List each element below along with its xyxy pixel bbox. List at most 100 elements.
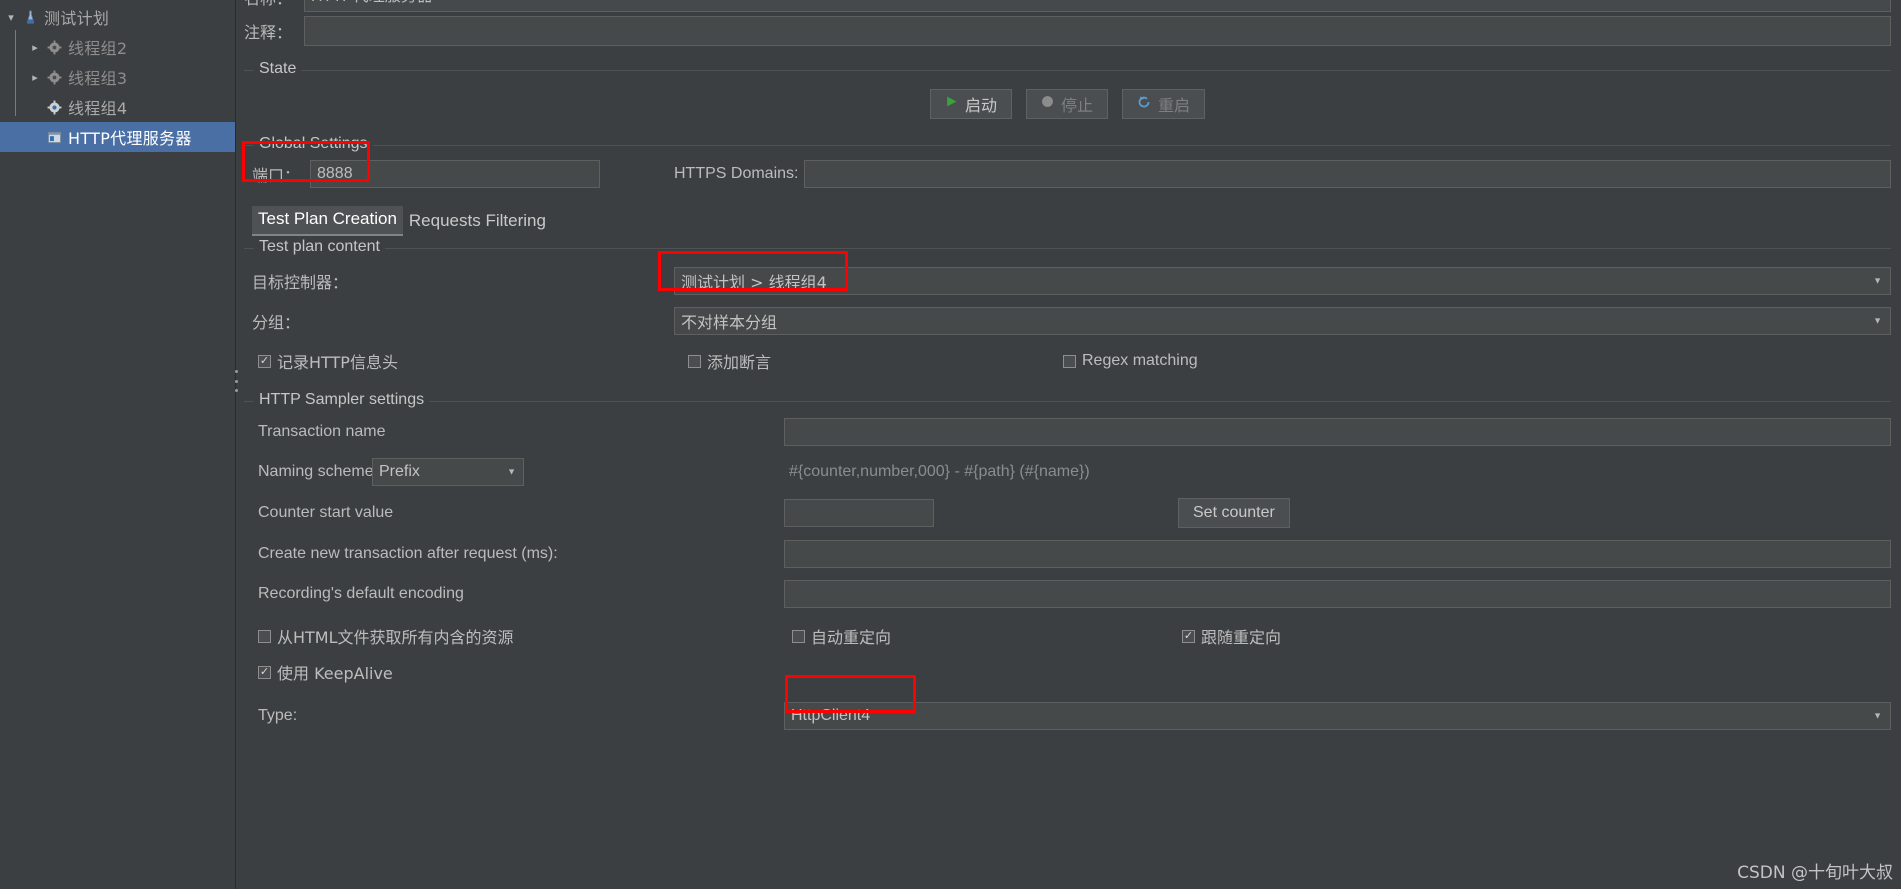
sidebar-item-test-plan[interactable]: ▾ 测试计划: [0, 2, 235, 32]
sidebar-item-label: 测试计划: [44, 9, 110, 28]
checkbox-auto-redirect[interactable]: 自动重定向: [792, 624, 1182, 648]
checkbox-regex-matching[interactable]: Regex matching: [1063, 352, 1198, 370]
recording-encoding-label: Recording's default encoding: [258, 585, 464, 602]
chevron-right-icon[interactable]: ▸: [28, 71, 42, 84]
start-button[interactable]: 启动: [929, 89, 1012, 119]
target-controller-value: 测试计划 > 线程组4: [681, 273, 827, 292]
test-plan-content-group: Test plan content 目标控制器： 测试计划 > 线程组4 ▼ 分…: [244, 238, 1891, 373]
checkbox-label: 跟随重定向: [1201, 628, 1282, 647]
set-counter-button[interactable]: Set counter: [1178, 498, 1290, 528]
restart-button[interactable]: 重启: [1122, 89, 1206, 119]
create-new-transaction-label: Create new transaction after request (ms…: [258, 545, 558, 562]
naming-scheme-label: Naming scheme: [258, 463, 374, 480]
name-row: 名称： HTTP代理服务器: [244, 0, 1891, 12]
test-plan-icon: [20, 10, 40, 25]
thread-group-icon: [44, 70, 64, 85]
global-settings-title: Global Settings: [254, 135, 373, 153]
target-controller-dropdown[interactable]: 测试计划 > 线程组4 ▼: [674, 267, 1891, 295]
restart-icon: [1137, 95, 1151, 114]
chevron-down-icon[interactable]: ▼: [507, 467, 516, 477]
checkbox-label: Regex matching: [1082, 352, 1198, 369]
checkbox-box[interactable]: [258, 354, 271, 368]
target-controller-label: 目标控制器：: [252, 273, 349, 292]
thread-group-icon: [44, 100, 64, 115]
port-row: 端口： 8888 HTTPS Domains:: [244, 160, 1891, 188]
panel-tabs: Test Plan Creation Requests Filtering: [244, 206, 1891, 236]
checkbox-label: 记录HTTP信息头: [277, 353, 398, 372]
naming-pattern-input[interactable]: #{counter,number,000} - #{path} (#{name}…: [782, 458, 1891, 486]
tab-test-plan-creation[interactable]: Test Plan Creation: [252, 206, 403, 236]
naming-scheme-row: Naming scheme Prefix ▼ #{counter,number,…: [244, 458, 1891, 486]
comment-label: 注释：: [244, 23, 293, 42]
transaction-name-input[interactable]: [784, 418, 1891, 446]
http-proxy-server-icon: [44, 130, 64, 145]
checkbox-retrieve-embedded-resources[interactable]: 从HTML文件获取所有内含的资源: [258, 624, 792, 648]
naming-scheme-dropdown[interactable]: Prefix ▼: [372, 458, 524, 486]
grouping-value: 不对样本分组: [681, 313, 778, 332]
counter-start-label: Counter start value: [258, 504, 394, 521]
type-dropdown[interactable]: HttpClient4 ▼: [784, 702, 1891, 730]
state-group-body: 启动 停止 重启: [244, 70, 1891, 125]
checkbox-box[interactable]: [258, 665, 271, 679]
checkbox-record-http-headers[interactable]: 记录HTTP信息头: [258, 349, 688, 373]
chevron-down-icon[interactable]: ▼: [1873, 316, 1882, 326]
stop-button[interactable]: 停止: [1025, 89, 1108, 119]
sidebar-item-label: HTTP代理服务器: [68, 129, 192, 148]
sidebar-item-http-proxy-server[interactable]: ▸ HTTP代理服务器: [0, 122, 235, 152]
checkbox-box[interactable]: [792, 629, 805, 643]
set-counter-button-label: Set counter: [1193, 504, 1275, 521]
sampler-checkbox-row-1: 从HTML文件获取所有内含的资源 自动重定向 跟随重定向: [244, 624, 1891, 648]
checkbox-box[interactable]: [1182, 629, 1195, 643]
sidebar-splitter-handle[interactable]: [233, 370, 239, 392]
grouping-dropdown[interactable]: 不对样本分组 ▼: [674, 307, 1891, 335]
sampler-checkbox-row-2: 使用 KeepAlive: [244, 660, 1891, 684]
checkbox-label: 使用 KeepAlive: [277, 664, 393, 683]
sidebar-item-thread-group-3[interactable]: ▸ 线程组3: [0, 62, 235, 92]
sidebar-item-thread-group-4[interactable]: ▸ 线程组4: [0, 92, 235, 122]
counter-start-row: Counter start value Set counter: [244, 498, 1891, 528]
counter-start-input[interactable]: [784, 499, 934, 527]
https-domains-label: HTTPS Domains:: [674, 165, 799, 182]
checkbox-box[interactable]: [1063, 354, 1076, 368]
jmeter-window: ▾ 测试计划 ▸ 线程组2 ▸ 线程组3 线程组4 HTTP代理服务器 注释： …: [0, 0, 1901, 889]
stop-icon: [1041, 95, 1054, 113]
port-input[interactable]: 8888: [310, 160, 600, 188]
grouping-row: 分组： 不对样本分组 ▼: [244, 307, 1891, 335]
state-group-title: State: [254, 60, 302, 78]
naming-scheme-value: Prefix: [379, 463, 420, 480]
checkbox-label: 添加断言: [707, 353, 772, 372]
create-new-transaction-input[interactable]: [784, 540, 1891, 568]
comment-input[interactable]: [304, 16, 1891, 46]
comment-row: 注释：: [244, 16, 1891, 46]
checkbox-box[interactable]: [258, 629, 271, 643]
global-settings-body: 端口： 8888 HTTPS Domains:: [244, 145, 1891, 188]
type-value: HttpClient4: [791, 707, 871, 724]
transaction-name-label: Transaction name: [258, 423, 386, 440]
http-sampler-settings-title: HTTP Sampler settings: [254, 391, 430, 409]
sidebar-item-label: 线程组2: [68, 39, 128, 58]
tree-guide-line: [15, 30, 16, 116]
checkbox-label: 从HTML文件获取所有内含的资源: [277, 628, 514, 647]
recording-encoding-input[interactable]: [784, 580, 1891, 608]
checkbox-add-assertions[interactable]: 添加断言: [688, 349, 1063, 373]
target-controller-row: 目标控制器： 测试计划 > 线程组4 ▼: [244, 267, 1891, 295]
checkbox-follow-redirect[interactable]: 跟随重定向: [1182, 624, 1281, 648]
chevron-down-icon[interactable]: ▼: [1873, 276, 1882, 286]
checkbox-label: 自动重定向: [811, 628, 892, 647]
type-row: Type: HttpClient4 ▼: [244, 702, 1891, 730]
chevron-down-icon[interactable]: ▾: [4, 11, 18, 24]
thread-group-icon: [44, 40, 64, 55]
https-domains-input[interactable]: [804, 160, 1891, 188]
checkbox-box[interactable]: [688, 354, 701, 368]
checkbox-use-keepalive[interactable]: 使用 KeepAlive: [258, 660, 393, 684]
name-input[interactable]: HTTP代理服务器: [304, 0, 1891, 12]
name-label: 名称：: [244, 0, 304, 9]
http-sampler-settings-body: Transaction name Naming scheme Prefix ▼ …: [244, 401, 1891, 730]
sidebar-item-thread-group-2[interactable]: ▸ 线程组2: [0, 32, 235, 62]
state-buttons-row: 启动 停止 重启: [244, 89, 1891, 119]
tab-requests-filtering[interactable]: Requests Filtering: [403, 208, 552, 236]
chevron-down-icon[interactable]: ▼: [1873, 711, 1882, 721]
transaction-name-row: Transaction name: [244, 418, 1891, 446]
watermark: CSDN @十旬叶大叔: [1737, 863, 1893, 883]
chevron-right-icon[interactable]: ▸: [28, 41, 42, 54]
